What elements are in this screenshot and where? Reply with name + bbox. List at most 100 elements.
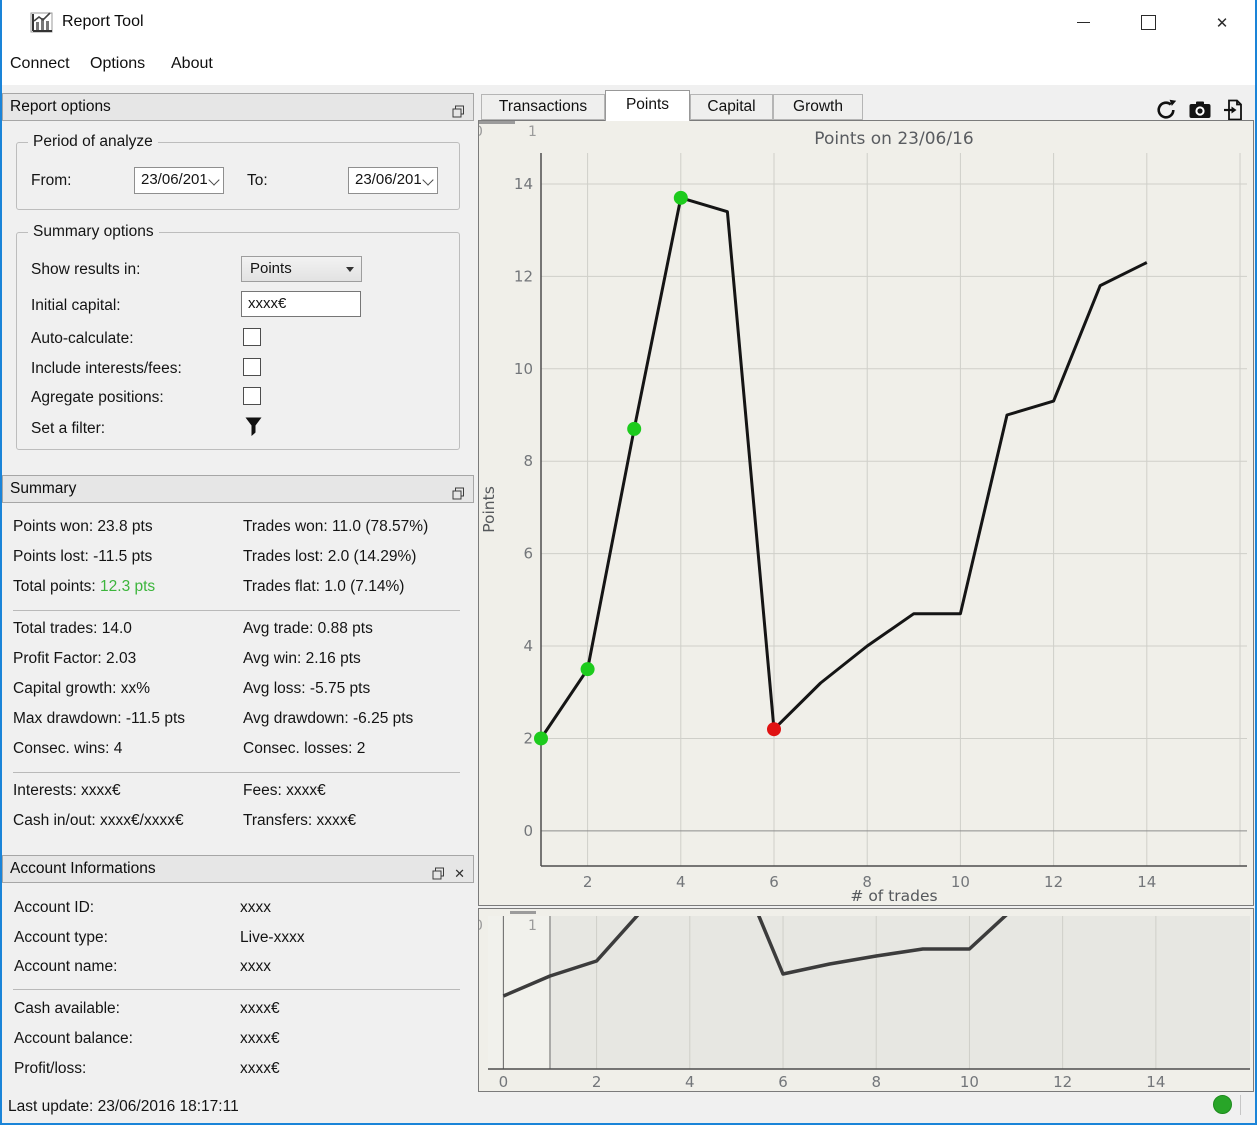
divider (13, 989, 460, 990)
stat-max-drawdown: Max drawdown: -11.5 pts (13, 710, 186, 727)
close-button[interactable]: ✕ (1198, 0, 1246, 45)
svg-text:0: 0 (523, 822, 533, 840)
svg-text:Points: Points (480, 486, 498, 533)
divider (13, 610, 460, 611)
svg-text:4: 4 (676, 873, 686, 891)
profit-loss-value: xxxx€ (240, 1060, 280, 1077)
points-chart-frame: 2 4 6 8 10 12 14 0 2 4 6 8 10 12 14 Points on 23/06/16 #… (474, 120, 1254, 906)
stat-avg-drawdown: Avg drawdown: -6.25 pts (243, 710, 414, 727)
stat-transfers: Transfers: xxxx€ (243, 812, 357, 829)
maximize-button[interactable] (1124, 0, 1172, 45)
chevron-down-icon (208, 174, 220, 186)
account-info-title: Account Informations (10, 860, 156, 877)
agregate-positions-label: Agregate positions: (31, 389, 164, 406)
svg-text:14: 14 (1146, 1073, 1165, 1091)
svg-text:6: 6 (769, 873, 779, 891)
svg-text:10: 10 (960, 1073, 979, 1091)
from-date-value: 23/06/201 (141, 171, 208, 188)
tab-growth[interactable]: Growth (773, 94, 863, 120)
period-group-label: Period of analyze (28, 133, 158, 151)
account-name-label: Account name: (14, 958, 118, 975)
statusbar-separator (1240, 1095, 1241, 1115)
overview-range-selector[interactable]: 0 2 4 6 8 10 12 14 0 1 (474, 909, 1253, 1091)
agregate-positions-checkbox[interactable] (243, 387, 261, 405)
stat-trades-flat: Trades flat: 1.0 (7.14%) (243, 578, 405, 595)
stat-points-lost: Points lost: -11.5 pts (13, 548, 153, 565)
filter-icon[interactable] (244, 416, 263, 443)
report-options-body: Period of analyze From: 23/06/201 To: 23… (2, 121, 474, 462)
stat-trades-won: Trades won: 11.0 (78.57%) (243, 518, 429, 535)
svg-text:# of trades: # of trades (850, 887, 937, 905)
to-date-combo[interactable]: 23/06/201 (348, 167, 438, 194)
stat-avg-win: Avg win: 2.16 pts (243, 650, 361, 667)
initial-capital-label: Initial capital: (31, 297, 121, 314)
stat-interests: Interests: xxxx€ (13, 782, 121, 799)
connection-status-icon (1213, 1095, 1232, 1114)
svg-text:10: 10 (951, 873, 970, 891)
svg-text:0: 0 (479, 918, 483, 934)
set-filter-label: Set a filter: (31, 420, 106, 437)
divider (13, 772, 460, 773)
svg-text:0: 0 (499, 1073, 509, 1091)
show-results-label: Show results in: (31, 261, 141, 278)
stat-total-trades: Total trades: 14.0 (13, 620, 132, 637)
tab-capital[interactable]: Capital (690, 94, 773, 120)
svg-text:1: 1 (528, 124, 537, 140)
stat-trades-lost: Trades lost: 2.0 (14.29%) (243, 548, 417, 565)
account-name-value: xxxx (240, 958, 271, 975)
dropdown-arrow-icon (346, 267, 354, 272)
stat-consec-losses: Consec. losses: 2 (243, 740, 366, 757)
auto-calculate-checkbox[interactable] (243, 328, 261, 346)
include-interests-checkbox[interactable] (243, 358, 261, 376)
stat-avg-trade: Avg trade: 0.88 pts (243, 620, 373, 637)
maximize-icon (1140, 15, 1156, 30)
stat-avg-loss: Avg loss: -5.75 pts (243, 680, 371, 697)
app-icon (28, 9, 55, 41)
menu-about[interactable]: About (165, 53, 219, 75)
cash-available-value: xxxx€ (240, 1000, 280, 1017)
menu-connect[interactable]: Connect (4, 53, 76, 75)
report-options-header: Report options (2, 93, 474, 121)
auto-calculate-label: Auto-calculate: (31, 330, 134, 347)
svg-text:14: 14 (514, 175, 533, 193)
titlebar: Report Tool ✕ (0, 0, 1257, 45)
account-id-value: xxxx (240, 899, 271, 916)
minimize-icon (1076, 22, 1090, 23)
window-border-left (0, 0, 2, 1125)
cash-available-label: Cash available: (14, 1000, 120, 1017)
points-chart-canvas[interactable]: 2 4 6 8 10 12 1402468101214Points on 23/06/16#… (474, 121, 1253, 905)
total-points-value: 12.3 pts (100, 578, 156, 595)
profit-loss-label: Profit/loss: (14, 1060, 87, 1077)
to-date-value: 23/06/201 (355, 171, 422, 188)
tab-points[interactable]: Points (605, 90, 690, 121)
svg-text:4: 4 (685, 1073, 695, 1091)
svg-text:2: 2 (583, 873, 593, 891)
account-balance-value: xxxx€ (240, 1030, 280, 1047)
summary-options-label: Summary options (28, 223, 159, 241)
summary-body: Points won: 23.8 pts Trades won: 11.0 (7… (2, 503, 474, 853)
initial-capital-value: xxxx€ (248, 295, 287, 312)
tab-transactions[interactable]: Transactions (481, 94, 605, 120)
account-info-body: Account ID: xxxx Account type: Live-xxxx… (2, 883, 474, 1093)
svg-text:4: 4 (523, 637, 533, 655)
report-options-title: Report options (10, 98, 111, 115)
stat-total-points: Total points: 12.3 pts (13, 578, 156, 595)
svg-text:8: 8 (523, 452, 533, 470)
menu-options[interactable]: Options (84, 53, 151, 75)
window-title: Report Tool (62, 13, 144, 30)
initial-capital-input[interactable]: xxxx€ (241, 291, 361, 317)
svg-text:10: 10 (514, 360, 533, 378)
summary-header: Summary (2, 475, 474, 503)
last-update-text: Last update: 23/06/2016 18:17:11 (8, 1098, 239, 1115)
stat-fees: Fees: xxxx€ (243, 782, 326, 799)
show-results-dropdown[interactable]: Points (241, 256, 362, 282)
summary-title: Summary (10, 480, 77, 497)
period-groupbox: Period of analyze From: 23/06/201 To: 23… (16, 133, 460, 210)
svg-text:0: 0 (479, 124, 483, 140)
menubar: Connect Options About (0, 45, 1257, 121)
from-date-combo[interactable]: 23/06/201 (134, 167, 224, 194)
minimize-button[interactable] (1059, 0, 1107, 45)
svg-text:12: 12 (1053, 1073, 1072, 1091)
close-icon: ✕ (1215, 14, 1229, 32)
svg-text:12: 12 (1044, 873, 1063, 891)
